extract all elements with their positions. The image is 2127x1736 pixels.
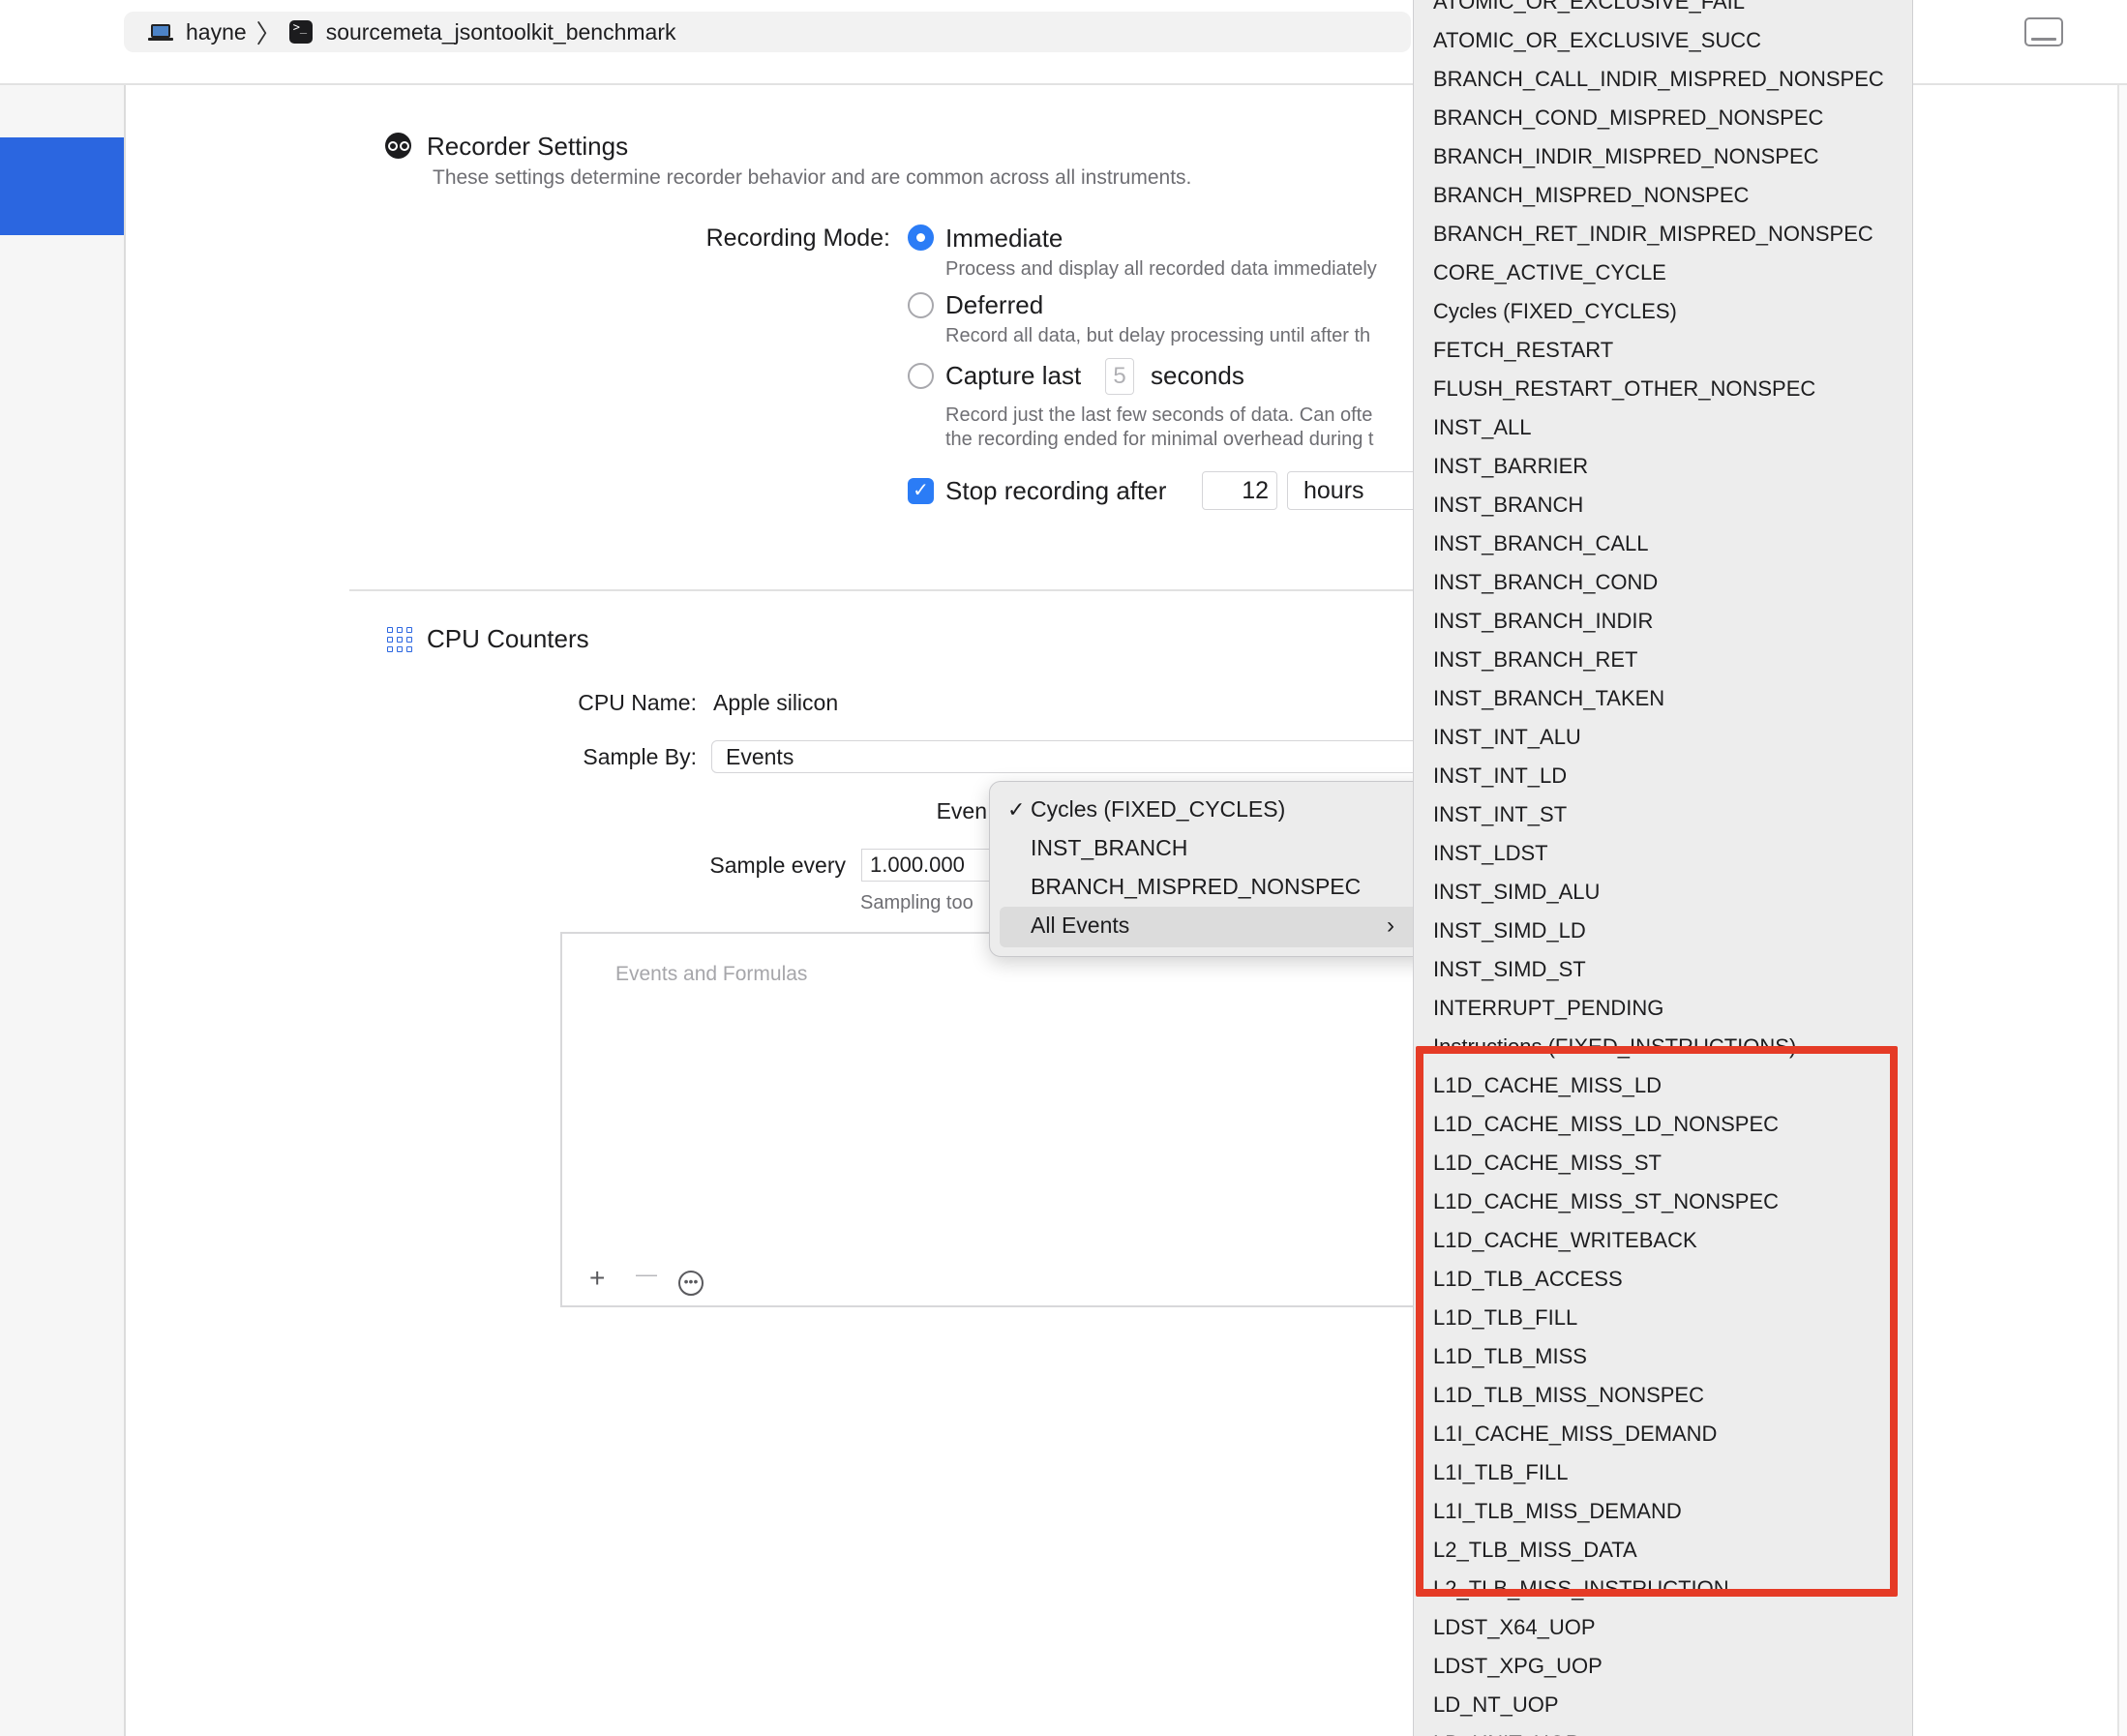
remove-formula-button[interactable]: — [636,1262,657,1287]
deferred-description: Record all data, but delay processing un… [945,325,1371,346]
sampling-note: Sampling too [860,892,974,913]
event-menu: ✓ Cycles (FIXED_CYCLES) INST_BRANCH BRAN… [989,781,1436,957]
event-menu-item[interactable]: INST_BRANCH_INDIR [1414,602,1912,641]
capture-seconds-field[interactable]: 5 [1105,358,1134,395]
radio-capture-last[interactable] [908,363,934,389]
event-menu-item[interactable]: INST_INT_ST [1414,795,1912,834]
event-menu-item[interactable]: INST_INT_ALU [1414,718,1912,757]
add-formula-button[interactable]: + [589,1263,605,1294]
section-divider [349,589,1414,591]
stop-after-unit-popup[interactable]: hours [1287,471,1423,510]
capture-last-description-1: Record just the last few seconds of data… [945,404,1373,426]
terminal-icon: >_ [288,20,313,44]
scrollbar[interactable] [2117,85,2127,1736]
cpu-name-label: CPU Name: [578,690,697,715]
recording-mode-label: Recording Mode: [705,224,890,252]
event-menu-item[interactable]: INST_BRANCH [1414,486,1912,524]
event-menu-item[interactable]: LD_UNIT_UOP [1414,1724,1912,1736]
event-menu-item[interactable]: INST_SIMD_ST [1414,950,1912,989]
sample-every-field[interactable]: 1.000.000 [861,849,997,882]
checkmark-icon: ✓ [1007,797,1026,822]
target-name: sourcemeta_jsontoolkit_benchmark [325,18,676,45]
breadcrumb[interactable]: hayne 〉 >_ sourcemeta_jsontoolkit_benchm… [124,12,1411,52]
menu-item-branch-mispred[interactable]: BRANCH_MISPRED_NONSPEC [1031,874,1361,900]
stop-after-value-field[interactable]: 12 [1202,471,1277,510]
sidebar-selected-item[interactable] [0,137,124,235]
menu-item-all-events[interactable]: All Events [1031,913,1129,939]
device-name: hayne [186,18,247,45]
event-menu-item[interactable]: BRANCH_COND_MISPRED_NONSPEC [1414,99,1912,137]
chevron-right-icon: 〉 [255,18,282,48]
breadcrumb-device[interactable]: hayne [148,18,247,45]
immediate-label: Immediate [945,224,1064,253]
sidebar [0,85,126,1736]
event-menu-item[interactable]: INST_BRANCH_CALL [1414,524,1912,563]
more-options-icon[interactable]: ••• [678,1271,704,1296]
chevron-right-icon: › [1387,913,1394,939]
cpu-name-value: Apple silicon [713,690,839,715]
event-menu-item[interactable]: INST_BARRIER [1414,447,1912,486]
event-menu-item[interactable]: LDST_X64_UOP [1414,1608,1912,1647]
event-menu-item[interactable]: CORE_ACTIVE_CYCLE [1414,254,1912,292]
cpu-counters-icon [387,627,412,652]
recorder-settings-title: Recorder Settings [427,132,629,161]
deferred-label: Deferred [945,290,1044,319]
capture-last-description-2: the recording ended for minimal overhead… [945,429,1374,450]
breadcrumb-target[interactable]: >_ sourcemeta_jsontoolkit_benchmark [288,18,676,45]
event-menu-item[interactable]: INST_SIMD_LD [1414,912,1912,950]
radio-immediate[interactable] [908,224,934,251]
event-menu-item[interactable]: BRANCH_INDIR_MISPRED_NONSPEC [1414,137,1912,176]
event-menu-item[interactable]: BRANCH_MISPRED_NONSPEC [1414,176,1912,215]
stop-recording-checkbox[interactable]: ✓ [908,478,934,504]
radio-deferred[interactable] [908,292,934,318]
recorder-settings-subtitle: These settings determine recorder behavi… [433,166,1192,189]
event-menu-item[interactable]: BRANCH_CALL_INDIR_MISPRED_NONSPEC [1414,60,1912,99]
capture-seconds-unit: seconds [1151,361,1244,390]
sample-every-label: Sample every [709,853,846,878]
panel-toggle-icon[interactable] [2024,17,2063,46]
menu-item-cycles[interactable]: Cycles (FIXED_CYCLES) [1031,796,1285,823]
event-menu-item[interactable]: LDST_XPG_UOP [1414,1647,1912,1686]
cpu-counters-title: CPU Counters [427,624,589,653]
event-menu-item[interactable]: INST_BRANCH_RET [1414,641,1912,679]
event-menu-item[interactable]: INST_INT_LD [1414,757,1912,795]
capture-last-label: Capture last [945,361,1082,390]
laptop-icon [148,24,173,41]
sample-by-popup[interactable]: Events [711,740,1427,773]
event-label: Even [936,798,987,823]
event-menu-item[interactable]: LD_NT_UOP [1414,1686,1912,1724]
event-menu-item[interactable]: INST_ALL [1414,408,1912,447]
immediate-description: Process and display all recorded data im… [945,258,1377,280]
event-menu-item[interactable]: FLUSH_RESTART_OTHER_NONSPEC [1414,370,1912,408]
event-menu-item[interactable]: BRANCH_RET_INDIR_MISPRED_NONSPEC [1414,215,1912,254]
recorder-icon [385,133,411,159]
menu-item-inst-branch[interactable]: INST_BRANCH [1031,835,1187,861]
event-menu-item[interactable]: INST_BRANCH_TAKEN [1414,679,1912,718]
event-menu-item[interactable]: Cycles (FIXED_CYCLES) [1414,292,1912,331]
event-menu-item[interactable]: FETCH_RESTART [1414,331,1912,370]
event-menu-item[interactable]: INST_SIMD_ALU [1414,873,1912,912]
events-formulas-table[interactable]: Events and Formulas + — ••• [560,932,1422,1307]
event-menu-item[interactable]: INTERRUPT_PENDING [1414,989,1912,1028]
stop-recording-label: Stop recording after [945,476,1167,505]
event-menu-item[interactable]: INST_BRANCH_COND [1414,563,1912,602]
formulas-placeholder: Events and Formulas [615,963,808,985]
event-menu-item[interactable]: ATOMIC_OR_EXCLUSIVE_SUCC [1414,21,1912,60]
event-menu-item[interactable]: ATOMIC_OR_EXCLUSIVE_FAIL [1414,0,1912,21]
annotation-highlight-box [1416,1046,1898,1597]
sample-by-label: Sample By: [583,744,697,769]
event-menu-item[interactable]: INST_LDST [1414,834,1912,873]
